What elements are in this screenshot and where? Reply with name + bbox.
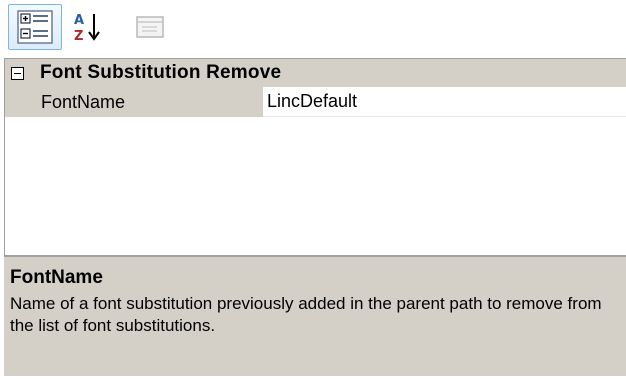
property-grid-toolbar: A Z: [0, 0, 626, 58]
property-value-field[interactable]: LincDefault: [263, 87, 626, 117]
sort-alphabetical-icon: A Z: [74, 13, 100, 44]
property-pages-button[interactable]: [126, 4, 174, 50]
categorized-view-button[interactable]: [8, 4, 62, 50]
property-pages-icon: [136, 16, 164, 38]
property-grid-window: A Z Font Substitution Remove FontName Li…: [0, 0, 626, 379]
svg-text:A: A: [74, 13, 84, 28]
collapse-icon[interactable]: [11, 66, 24, 80]
description-pane: FontName Name of a font substitution pre…: [4, 256, 626, 376]
description-text: Name of a font substitution previously a…: [10, 294, 602, 335]
alphabetical-sort-button[interactable]: A Z: [66, 4, 110, 50]
categorized-view-icon: [17, 10, 53, 44]
description-title: FontName: [10, 267, 103, 288]
category-title: Font Substitution Remove: [40, 62, 282, 83]
property-row-margin: [5, 87, 35, 117]
toolbar-separator: [118, 8, 119, 46]
property-row[interactable]: FontName LincDefault: [5, 87, 626, 117]
property-list: Font Substitution Remove FontName LincDe…: [4, 58, 626, 256]
property-name[interactable]: FontName: [35, 87, 263, 117]
svg-text:Z: Z: [74, 29, 83, 44]
category-row[interactable]: Font Substitution Remove: [5, 59, 626, 87]
